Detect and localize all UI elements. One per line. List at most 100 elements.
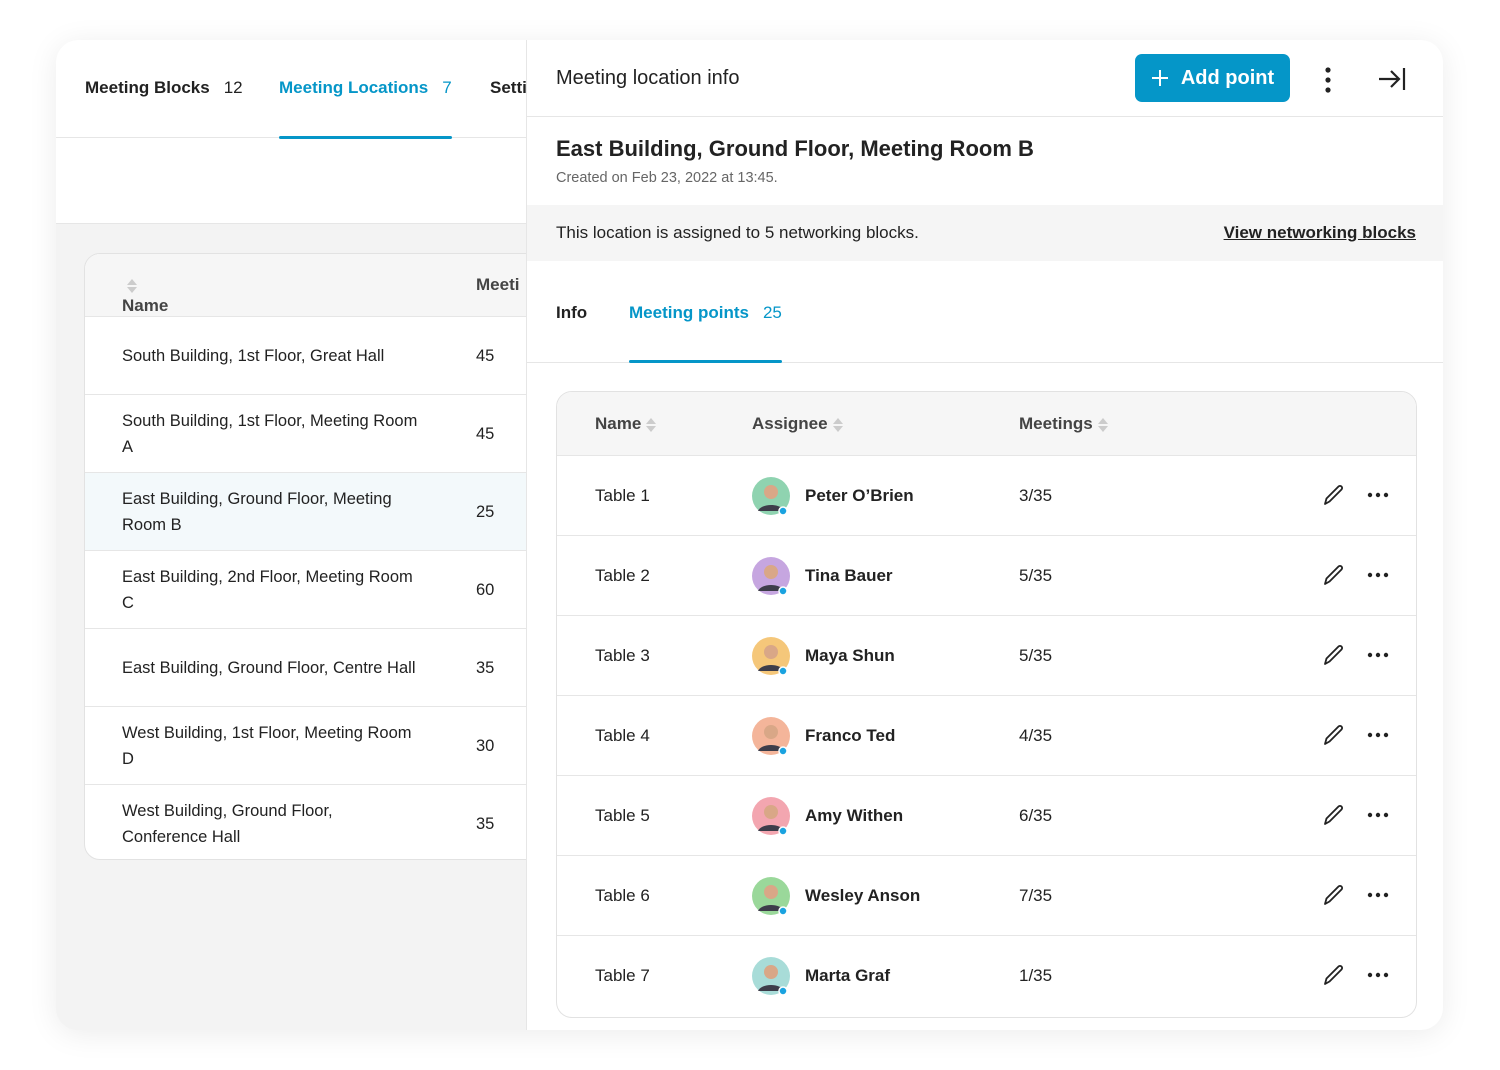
avatar bbox=[752, 557, 790, 595]
edit-pencil-icon[interactable] bbox=[1322, 563, 1346, 587]
assignee-name[interactable]: Marta Graf bbox=[805, 966, 890, 986]
table-row[interactable]: West Building, 1st Floor, Meeting Room D… bbox=[85, 706, 543, 784]
edit-pencil-icon[interactable] bbox=[1322, 803, 1346, 827]
plus-icon bbox=[1151, 70, 1168, 86]
add-point-button[interactable]: Add point bbox=[1135, 54, 1290, 102]
tab-meeting-blocks[interactable]: Meeting Blocks 12 bbox=[85, 78, 243, 98]
edit-pencil-icon[interactable] bbox=[1322, 483, 1346, 507]
edit-pencil-icon[interactable] bbox=[1322, 643, 1346, 667]
button-label: Add point bbox=[1180, 66, 1275, 89]
table-row[interactable]: Table 2 Tina Bauer 5/35 bbox=[557, 535, 1416, 615]
point-name: Table 7 bbox=[595, 966, 650, 985]
table-row[interactable]: West Building, Ground Floor, Conference … bbox=[85, 784, 543, 859]
tab-meeting-points[interactable]: Meeting points 25 bbox=[629, 303, 782, 363]
meetings-count: 7/35 bbox=[1019, 886, 1053, 905]
table-row[interactable]: East Building, Ground Floor, Centre Hall… bbox=[85, 628, 543, 706]
table-row[interactable]: East Building, 2nd Floor, Meeting Room C… bbox=[85, 550, 543, 628]
online-status-dot bbox=[778, 506, 788, 515]
sort-icon[interactable] bbox=[832, 417, 843, 432]
table-header: Name Assignee Meetings bbox=[557, 392, 1416, 455]
table-row[interactable]: South Building, 1st Floor, Great Hall 45 bbox=[85, 316, 543, 394]
location-name: South Building, 1st Floor, Meeting Room … bbox=[122, 411, 418, 456]
more-horizontal-icon[interactable] bbox=[1367, 652, 1389, 658]
more-horizontal-icon[interactable] bbox=[1367, 572, 1389, 578]
more-horizontal-icon[interactable] bbox=[1367, 492, 1389, 498]
meetings-count: 5/35 bbox=[1019, 566, 1053, 585]
edit-pencil-icon[interactable] bbox=[1322, 963, 1346, 987]
point-name: Table 3 bbox=[595, 646, 650, 665]
assignee-name[interactable]: Amy Withen bbox=[805, 806, 903, 826]
tab-meeting-locations[interactable]: Meeting Locations 7 bbox=[279, 78, 452, 139]
header-label: Assignee bbox=[752, 414, 828, 433]
assignee-name[interactable]: Wesley Anson bbox=[805, 886, 920, 906]
tab-info[interactable]: Info bbox=[556, 303, 587, 323]
tab-label: Meeting points bbox=[629, 303, 749, 322]
avatar bbox=[752, 957, 790, 995]
table-row[interactable]: Table 5 Amy Withen 6/35 bbox=[557, 775, 1416, 855]
app-window: Meeting Blocks 12 Meeting Locations 7 Sett… bbox=[56, 40, 1443, 1030]
online-status-dot bbox=[778, 666, 788, 675]
more-horizontal-icon[interactable] bbox=[1367, 732, 1389, 738]
tab-label: Meeting Blocks bbox=[85, 78, 210, 97]
more-horizontal-icon[interactable] bbox=[1367, 892, 1389, 898]
table-row[interactable]: Table 1 Peter O’Brien 3/35 bbox=[557, 455, 1416, 535]
more-horizontal-icon[interactable] bbox=[1367, 972, 1389, 978]
meetings-count: 1/35 bbox=[1019, 966, 1053, 985]
table-row[interactable]: Table 7 Marta Graf 1/35 bbox=[557, 935, 1416, 1015]
assignee-name[interactable]: Maya Shun bbox=[805, 646, 895, 666]
tab-settings[interactable]: Setti bbox=[490, 78, 527, 98]
avatar bbox=[752, 477, 790, 515]
meetings-count: 5/35 bbox=[1019, 646, 1053, 665]
meetings-count: 45 bbox=[476, 346, 495, 365]
column-header-name[interactable]: Name bbox=[595, 414, 657, 434]
column-header-meetings[interactable]: Meetings bbox=[1019, 414, 1108, 434]
panel-header: Meeting location info Add point bbox=[527, 40, 1443, 117]
online-status-dot bbox=[778, 826, 788, 835]
more-vertical-icon[interactable] bbox=[1317, 66, 1339, 94]
sort-icon[interactable] bbox=[1097, 417, 1108, 432]
edit-pencil-icon[interactable] bbox=[1322, 723, 1346, 747]
avatar bbox=[752, 877, 790, 915]
meetings-count: 30 bbox=[476, 736, 495, 755]
view-networking-blocks-link[interactable]: View networking blocks bbox=[1224, 223, 1416, 243]
panel-title: Meeting location info bbox=[556, 67, 740, 89]
meetings-count: 35 bbox=[476, 814, 495, 833]
location-title: East Building, Ground Floor, Meeting Roo… bbox=[556, 136, 1034, 161]
online-status-dot bbox=[778, 906, 788, 915]
point-name: Table 6 bbox=[595, 886, 650, 905]
meetings-count: 6/35 bbox=[1019, 806, 1053, 825]
table-row[interactable]: Table 6 Wesley Anson 7/35 bbox=[557, 855, 1416, 935]
collapse-panel-icon[interactable] bbox=[1377, 66, 1407, 92]
meetings-count: 35 bbox=[476, 658, 495, 677]
assignee-name[interactable]: Tina Bauer bbox=[805, 566, 893, 586]
tab-count: 7 bbox=[442, 78, 452, 97]
location-name: West Building, 1st Floor, Meeting Room D bbox=[122, 723, 412, 768]
table-row[interactable]: Table 4 Franco Ted 4/35 bbox=[557, 695, 1416, 775]
location-name: South Building, 1st Floor, Great Hall bbox=[122, 346, 385, 365]
sort-icon[interactable] bbox=[127, 278, 137, 293]
avatar bbox=[752, 797, 790, 835]
main-tabs: Meeting Blocks 12 Meeting Locations 7 Sett… bbox=[56, 40, 527, 139]
point-name: Table 5 bbox=[595, 806, 650, 825]
point-name: Table 1 bbox=[595, 486, 650, 505]
detail-tabs: Info Meeting points 25 bbox=[527, 261, 1443, 363]
more-horizontal-icon[interactable] bbox=[1367, 812, 1389, 818]
meetings-count: 25 bbox=[476, 502, 495, 521]
avatar bbox=[752, 637, 790, 675]
location-name: East Building, 2nd Floor, Meeting Room C bbox=[122, 567, 413, 612]
table-row[interactable]: South Building, 1st Floor, Meeting Room … bbox=[85, 394, 543, 472]
avatar bbox=[752, 717, 790, 755]
sort-icon[interactable] bbox=[646, 417, 657, 432]
column-header-name[interactable]: Name bbox=[122, 275, 168, 315]
column-header-assignee[interactable]: Assignee bbox=[752, 414, 843, 434]
table-row[interactable]: East Building, Ground Floor, Meeting Roo… bbox=[85, 472, 543, 550]
edit-pencil-icon[interactable] bbox=[1322, 883, 1346, 907]
table-row[interactable]: Table 3 Maya Shun 5/35 bbox=[557, 615, 1416, 695]
online-status-dot bbox=[778, 746, 788, 755]
online-status-dot bbox=[778, 586, 788, 595]
assignment-banner: This location is assigned to 5 networkin… bbox=[527, 205, 1443, 261]
location-name: East Building, Ground Floor, Centre Hall bbox=[122, 658, 416, 677]
column-header-meetings[interactable]: Meeti bbox=[476, 275, 519, 295]
assignee-name[interactable]: Peter O’Brien bbox=[805, 486, 914, 506]
assignee-name[interactable]: Franco Ted bbox=[805, 726, 895, 746]
